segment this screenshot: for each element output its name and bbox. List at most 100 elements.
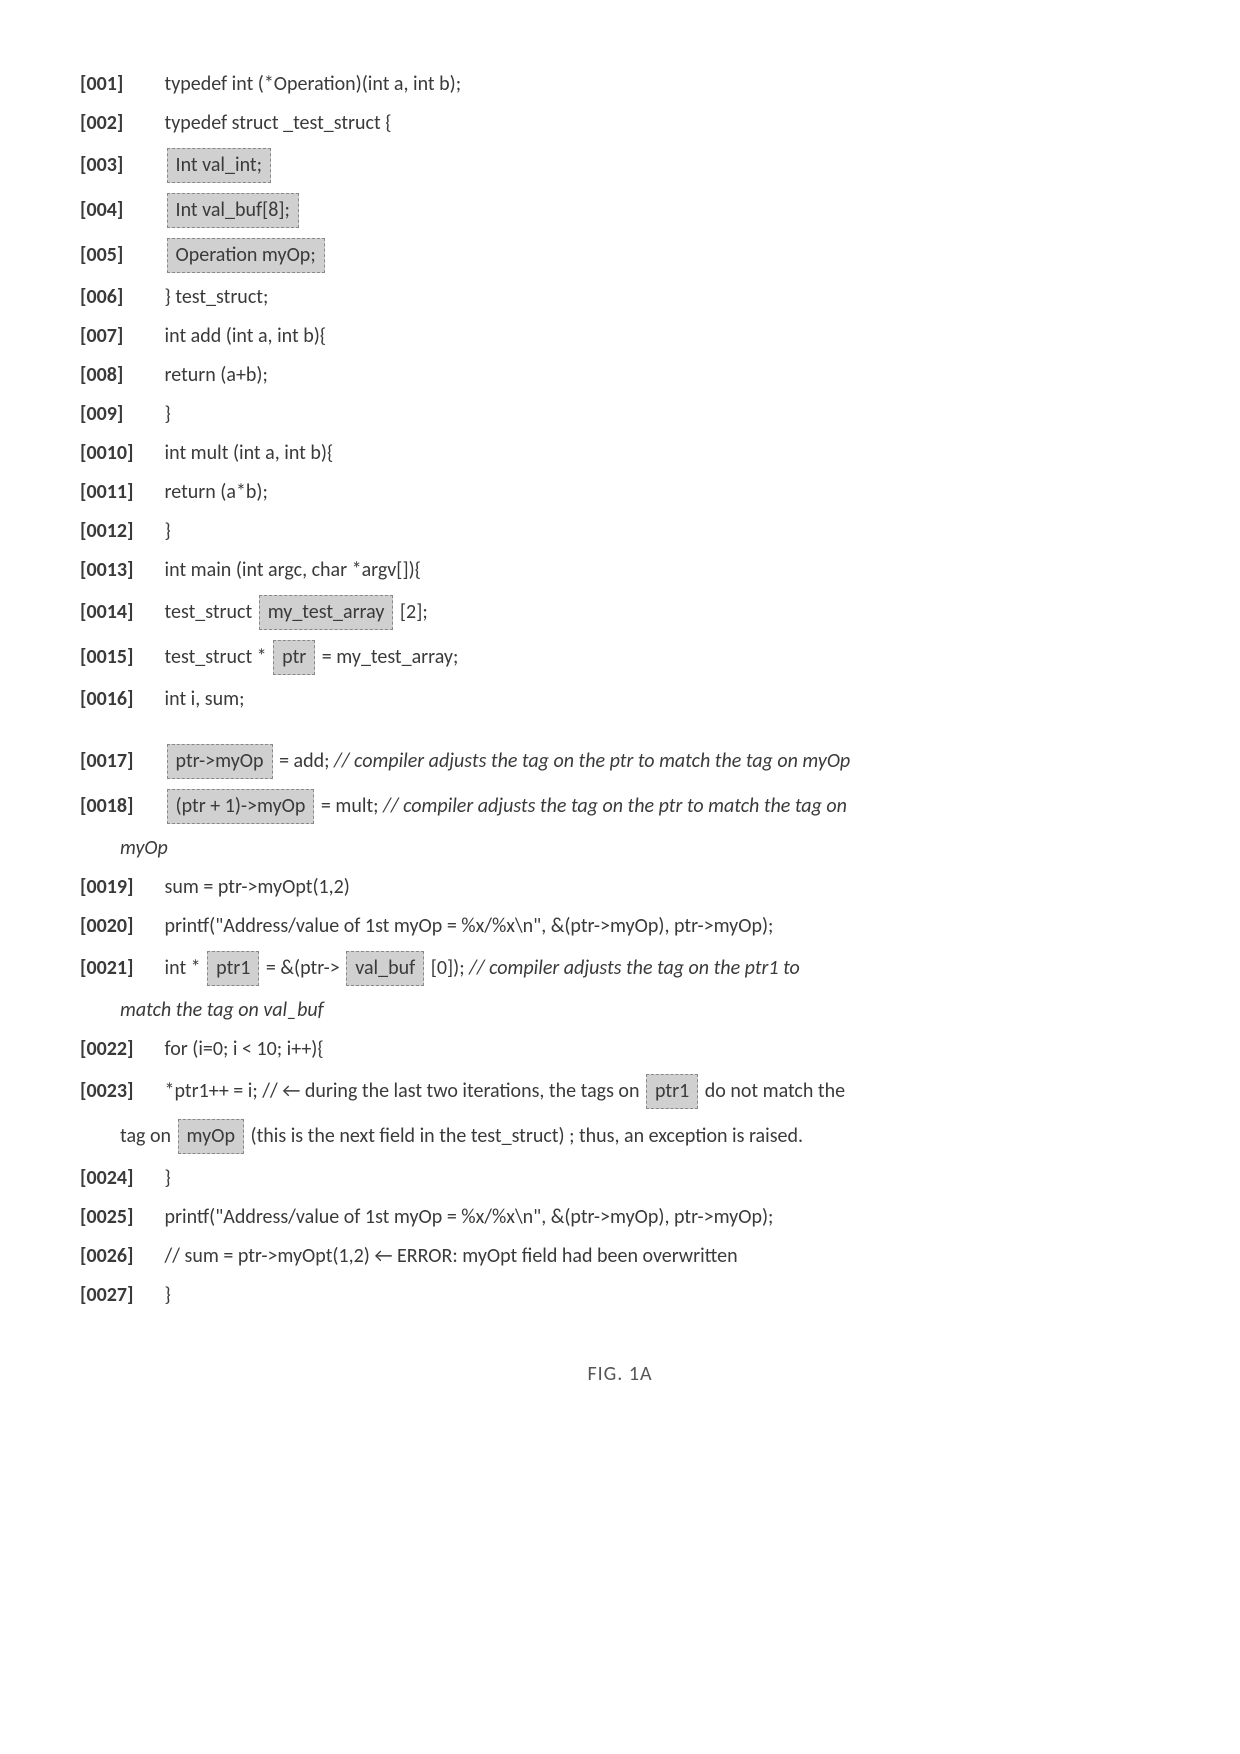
code-text: test_struct: [165, 600, 257, 624]
code-text: int mult (int a, int b){: [165, 441, 334, 465]
code-text: [0]);: [431, 956, 469, 980]
code-text: [2];: [400, 600, 428, 624]
code-text: sum = ptr->myOpt(1,2): [165, 875, 350, 899]
code-text: = add;: [279, 749, 334, 773]
highlight-ptr-myop: ptr->myOp: [167, 744, 273, 779]
code-text: printf("Address/value of 1st myOp = %x/%…: [165, 1205, 774, 1229]
line-number: [0020]: [80, 912, 160, 941]
code-text: }: [165, 402, 171, 426]
line-number: [0018]: [80, 792, 160, 821]
page: [001] typedef int (*Operation)(int a, in…: [0, 0, 1240, 1429]
code-text: return (a+b);: [165, 363, 268, 387]
code-comment: // compiler adjusts the tag on the ptr t…: [334, 749, 850, 773]
code-line-022: [0022] for (i=0; i < 10; i++){: [80, 1035, 1160, 1064]
line-number: [0024]: [80, 1164, 160, 1193]
highlight-ptr1: ptr1: [207, 951, 259, 986]
code-text: }: [165, 519, 171, 543]
code-line-001: [001] typedef int (*Operation)(int a, in…: [80, 70, 1160, 99]
code-line-020: [0020] printf("Address/value of 1st myOp…: [80, 912, 1160, 941]
highlight-val-buf-ref: val_buf: [346, 951, 424, 986]
line-number: [0022]: [80, 1035, 160, 1064]
line-number: [009]: [80, 400, 160, 429]
code-text: int main (int argc, char *argv[]){: [165, 558, 421, 582]
code-line-026: [0026] // sum = ptr->myOpt(1,2) ← ERROR:…: [80, 1242, 1160, 1271]
line-number: [0010]: [80, 439, 160, 468]
code-text: }: [165, 1283, 171, 1307]
line-number: [008]: [80, 361, 160, 390]
highlight-val-buf: Int val_buf[8];: [167, 193, 299, 228]
code-text: printf("Address/value of 1st myOp = %x/%…: [165, 914, 774, 938]
line-number: [007]: [80, 322, 160, 351]
code-line-015: [0015] test_struct * ptr = my_test_array…: [80, 640, 1160, 675]
code-text: int add (int a, int b){: [165, 324, 327, 348]
line-number: [001]: [80, 70, 160, 99]
code-comment-cont: myOp: [120, 836, 168, 860]
code-text: tag on: [120, 1124, 176, 1148]
line-number: [0014]: [80, 598, 160, 627]
code-text: int i, sum;: [165, 687, 245, 711]
code-line-019: [0019] sum = ptr->myOpt(1,2): [80, 873, 1160, 902]
code-line-027: [0027] }: [80, 1281, 1160, 1310]
code-text: = mult;: [321, 794, 383, 818]
line-number: [0023]: [80, 1077, 160, 1106]
code-line-009: [009] }: [80, 400, 1160, 429]
code-text: = &(ptr->: [266, 956, 344, 980]
line-number: [005]: [80, 241, 160, 270]
code-line-016: [0016] int i, sum;: [80, 685, 1160, 714]
code-text: (this is the next field in the test_stru…: [251, 1124, 804, 1148]
line-number: [0015]: [80, 643, 160, 672]
line-number: [0017]: [80, 747, 160, 776]
line-number: [0016]: [80, 685, 160, 714]
code-line-023-cont: tag on myOp (this is the next field in t…: [120, 1119, 1160, 1154]
code-text: *ptr1++ = i; // ← during the last two it…: [165, 1079, 644, 1103]
line-number: [0025]: [80, 1203, 160, 1232]
code-text: return (a*b);: [165, 480, 268, 504]
code-text: typedef int (*Operation)(int a, int b);: [165, 72, 462, 96]
highlight-operation-myop: Operation myOp;: [167, 238, 325, 273]
code-line-013: [0013] int main (int argc, char *argv[])…: [80, 556, 1160, 585]
line-number: [0027]: [80, 1281, 160, 1310]
code-line-017: [0017] ptr->myOp = add; // compiler adju…: [80, 744, 1160, 779]
code-line-007: [007] int add (int a, int b){: [80, 322, 1160, 351]
figure-caption: FIG. 1A: [80, 1360, 1160, 1389]
code-line-018-cont: myOp: [120, 834, 1160, 863]
code-line-023: [0023] *ptr1++ = i; // ← during the last…: [80, 1074, 1160, 1109]
line-number: [006]: [80, 283, 160, 312]
code-line-025: [0025] printf("Address/value of 1st myOp…: [80, 1203, 1160, 1232]
line-number: [0011]: [80, 478, 160, 507]
code-line-002: [002] typedef struct _test_struct {: [80, 109, 1160, 138]
line-number: [0013]: [80, 556, 160, 585]
code-line-012: [0012] }: [80, 517, 1160, 546]
code-line-005: [005] Operation myOp;: [80, 238, 1160, 273]
code-line-011: [0011] return (a*b);: [80, 478, 1160, 507]
code-line-014: [0014] test_struct my_test_array [2];: [80, 595, 1160, 630]
code-comment: // compiler adjusts the tag on the ptr t…: [383, 794, 847, 818]
code-line-021-cont: match the tag on val_buf: [120, 996, 1160, 1025]
highlight-myop-ref: myOp: [178, 1119, 244, 1154]
highlight-my-test-array: my_test_array: [259, 595, 394, 630]
highlight-ptr-plus-one-myop: (ptr + 1)->myOp: [167, 789, 315, 824]
code-text: do not match the: [705, 1079, 845, 1103]
highlight-val-int: Int val_int;: [167, 148, 271, 183]
code-line-003: [003] Int val_int;: [80, 148, 1160, 183]
line-number: [004]: [80, 196, 160, 225]
line-number: [0012]: [80, 517, 160, 546]
code-line-018: [0018] (ptr + 1)->myOp = mult; // compil…: [80, 789, 1160, 824]
code-text: int *: [165, 956, 206, 980]
code-text: = my_test_array;: [322, 645, 459, 669]
line-number: [0019]: [80, 873, 160, 902]
code-line-004: [004] Int val_buf[8];: [80, 193, 1160, 228]
code-line-008: [008] return (a+b);: [80, 361, 1160, 390]
code-line-024: [0024] }: [80, 1164, 1160, 1193]
code-text: // sum = ptr->myOpt(1,2) ← ERROR: myOpt …: [165, 1244, 738, 1268]
line-number: [0021]: [80, 954, 160, 983]
line-number: [0026]: [80, 1242, 160, 1271]
code-text: }: [165, 1166, 171, 1190]
code-line-006: [006] } test_struct;: [80, 283, 1160, 312]
code-text: test_struct *: [165, 645, 272, 669]
code-text: typedef struct _test_struct {: [165, 111, 392, 135]
code-comment: // compiler adjusts the tag on the ptr1 …: [469, 956, 800, 980]
code-text: for (i=0; i < 10; i++){: [165, 1037, 324, 1061]
code-comment-cont: match the tag on val_buf: [120, 998, 324, 1022]
code-line-021: [0021] int * ptr1 = &(ptr-> val_buf [0])…: [80, 951, 1160, 986]
